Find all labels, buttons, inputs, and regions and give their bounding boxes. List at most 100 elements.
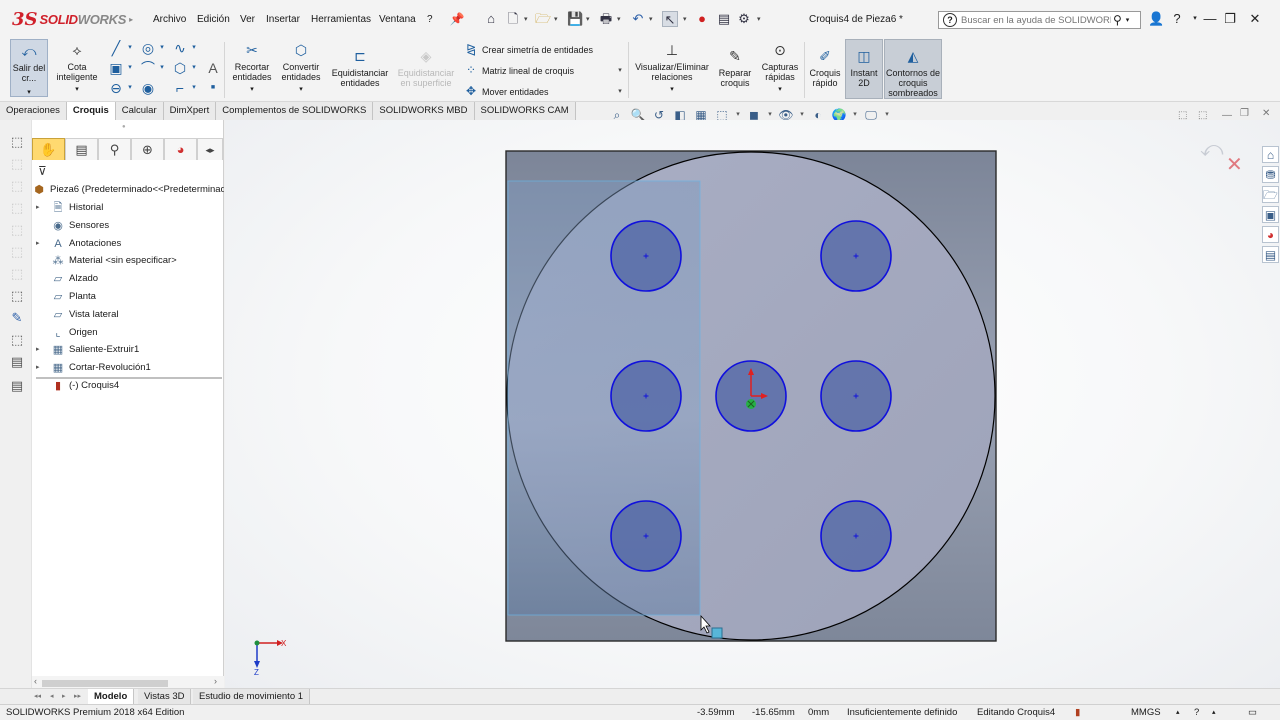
units-caret-icon[interactable]: ▴: [1176, 705, 1180, 720]
tab-modelo[interactable]: Modelo: [88, 689, 135, 704]
sketch-tool-icon[interactable]: ✎: [9, 310, 25, 326]
viewport-restore-icon[interactable]: ❐: [1240, 108, 1249, 119]
sketch-tool-icon[interactable]: ⬚: [9, 156, 25, 172]
quick-snaps-button[interactable]: ⊙ Capturas rápidas ▾: [758, 42, 802, 98]
scroll-right-icon[interactable]: ›: [214, 676, 217, 686]
display-relations-button[interactable]: ⊥ Visualizar/Eliminar relaciones ▾: [632, 42, 712, 98]
property-manager-tab-icon[interactable]: ▤: [65, 138, 98, 160]
customize-caret-icon[interactable]: ▴: [1212, 705, 1216, 720]
status-units[interactable]: MMGS: [1131, 705, 1161, 720]
menu-archivo[interactable]: Archivo: [153, 14, 186, 25]
sketch-tool-icon[interactable]: ⬚: [9, 222, 25, 238]
polygon-caret-icon[interactable]: ▾: [190, 60, 198, 76]
ellipse-icon[interactable]: ◉: [140, 80, 156, 96]
hole-circle[interactable]: [820, 360, 892, 432]
file-properties-icon[interactable]: ▤: [716, 11, 732, 27]
appearances-icon[interactable]: ◕: [1262, 226, 1279, 243]
hole-circle[interactable]: [610, 220, 682, 292]
pin-menu-icon[interactable]: 📌: [449, 11, 465, 27]
undo-caret-icon[interactable]: ▾: [649, 15, 655, 23]
offset-surface-button[interactable]: ◈ Equidistanciar en superficie: [394, 48, 458, 96]
tree-item[interactable]: ▸ ▦ Cortar-Revolución1: [32, 359, 224, 377]
sketch-tool-icon[interactable]: ⬚: [9, 178, 25, 194]
expand-arrow-icon[interactable]: ▸: [36, 341, 44, 359]
expand-arrow-icon[interactable]: ▸: [36, 235, 44, 253]
move-entities-button[interactable]: ✥ Mover entidades: [463, 84, 549, 98]
polygon-icon[interactable]: ⬡: [172, 60, 188, 76]
rapid-sketch-button[interactable]: ✐ Croquis rápido: [807, 48, 843, 96]
open-caret-icon[interactable]: ▾: [554, 15, 560, 23]
menu-ver[interactable]: Ver: [240, 14, 255, 25]
spline-icon[interactable]: ∿: [172, 40, 188, 56]
feature-tree-tab-icon[interactable]: ✋: [32, 138, 65, 160]
cancel-sketch-icon[interactable]: ✕: [1226, 152, 1243, 177]
tree-item[interactable]: ▱ Planta: [32, 288, 224, 306]
rectangle-caret-icon[interactable]: ▾: [126, 60, 134, 76]
new-caret-icon[interactable]: ▾: [524, 15, 530, 23]
display-manager-tab-icon[interactable]: ◕: [164, 138, 197, 160]
print-icon[interactable]: 🖶: [598, 11, 614, 27]
customize-icon[interactable]: ?: [1194, 705, 1199, 720]
hole-circle[interactable]: [610, 360, 682, 432]
tree-root-part[interactable]: ⬢ Pieza6 (Predeterminado<<Predeterminado…: [32, 181, 224, 199]
hole-circle[interactable]: [820, 220, 892, 292]
save-icon[interactable]: 💾: [567, 11, 583, 27]
help-search-input[interactable]: [961, 14, 1111, 26]
graphics-area[interactable]: X Z ⤺ ✕: [225, 120, 1280, 694]
slot-caret-icon[interactable]: ▾: [126, 80, 134, 96]
sketch-tool-icon[interactable]: ⬚: [9, 244, 25, 260]
tab-calcular[interactable]: Calcular: [115, 102, 164, 120]
sketch-tool-icon[interactable]: ⬚: [9, 134, 25, 150]
tab-cam[interactable]: SOLIDWORKS CAM: [474, 102, 576, 120]
select-arrow-icon[interactable]: ↖: [662, 11, 678, 27]
new-document-icon[interactable]: 🗋: [505, 11, 521, 27]
help-icon[interactable]: ?: [1170, 12, 1184, 26]
instant2d-button[interactable]: ◫ Instant 2D: [845, 39, 883, 99]
sketch-canvas[interactable]: X Z: [225, 120, 1280, 694]
view-palette-icon[interactable]: ▣: [1262, 206, 1279, 223]
dimxpert-tab-icon[interactable]: ⊕: [131, 138, 164, 160]
tabs-more-icon[interactable]: ◂▸: [197, 138, 223, 160]
tree-item[interactable]: ▮ (-) Croquis4: [32, 377, 224, 395]
tab-nav-first-icon[interactable]: ◂◂: [34, 689, 41, 704]
help-caret-icon[interactable]: ▾: [1188, 12, 1202, 26]
sketch-tool-icon[interactable]: ▤: [9, 354, 25, 370]
menu-edicion[interactable]: Edición: [197, 14, 230, 25]
close-icon[interactable]: ✕: [1248, 12, 1262, 26]
tab-nav-next-icon[interactable]: ▸: [62, 689, 66, 704]
scrollbar-thumb[interactable]: [42, 680, 168, 687]
line-caret-icon[interactable]: ▾: [126, 40, 134, 56]
exit-sketch-corner-icon[interactable]: ⤺: [1200, 136, 1224, 162]
viewport-close-icon[interactable]: ✕: [1262, 108, 1270, 119]
filter-icon[interactable]: ⊽: [38, 164, 47, 178]
convert-entities-button[interactable]: ⬡ Convertir entidades ▾: [278, 42, 324, 98]
text-icon[interactable]: A: [205, 60, 221, 76]
tree-item[interactable]: ▱ Alzado: [32, 270, 224, 288]
tree-item[interactable]: ▸ ▦ Saliente-Extruir1: [32, 341, 224, 359]
move-caret-icon[interactable]: ▾: [616, 84, 624, 100]
help-search-box[interactable]: ? ⚲ ▾: [938, 11, 1141, 29]
tab-mbd[interactable]: SOLIDWORKS MBD: [373, 102, 475, 120]
solidworks-resources-icon[interactable]: ⌂: [1262, 146, 1279, 163]
options-gear-icon[interactable]: ⚙: [736, 11, 752, 27]
trim-entities-button[interactable]: ✂ Recortar entidades ▾: [228, 42, 276, 98]
tab-motion-study[interactable]: Estudio de movimiento 1: [193, 689, 311, 704]
circle-icon[interactable]: ◎: [140, 40, 156, 56]
options-caret-icon[interactable]: ▾: [757, 15, 763, 23]
home-icon[interactable]: ⌂: [483, 11, 499, 27]
mirror-entities-button[interactable]: ⧎ Crear simetría de entidades: [463, 42, 593, 56]
slot-icon[interactable]: ⊖: [108, 80, 124, 96]
message-icon[interactable]: ▭: [1248, 705, 1257, 720]
traffic-light-icon[interactable]: ●: [694, 11, 710, 27]
rollback-bar[interactable]: [36, 377, 222, 379]
tab-nav-prev-icon[interactable]: ◂: [50, 689, 54, 704]
user-icon[interactable]: 👤: [1148, 12, 1164, 26]
solidworks-logo[interactable]: 3S SOLIDWORKS ▸: [12, 6, 133, 32]
rectangle-icon[interactable]: ▣: [108, 60, 124, 76]
tab-complementos[interactable]: Complementos de SOLIDWORKS: [216, 102, 374, 120]
menu-herramientas[interactable]: Herramientas: [311, 14, 371, 25]
tab-vistas-3d[interactable]: Vistas 3D: [138, 689, 192, 704]
panel-grip-icon[interactable]: ●: [122, 124, 126, 130]
arc-icon[interactable]: ⌒: [140, 60, 156, 76]
tab-dimxpert[interactable]: DimXpert: [163, 102, 217, 120]
